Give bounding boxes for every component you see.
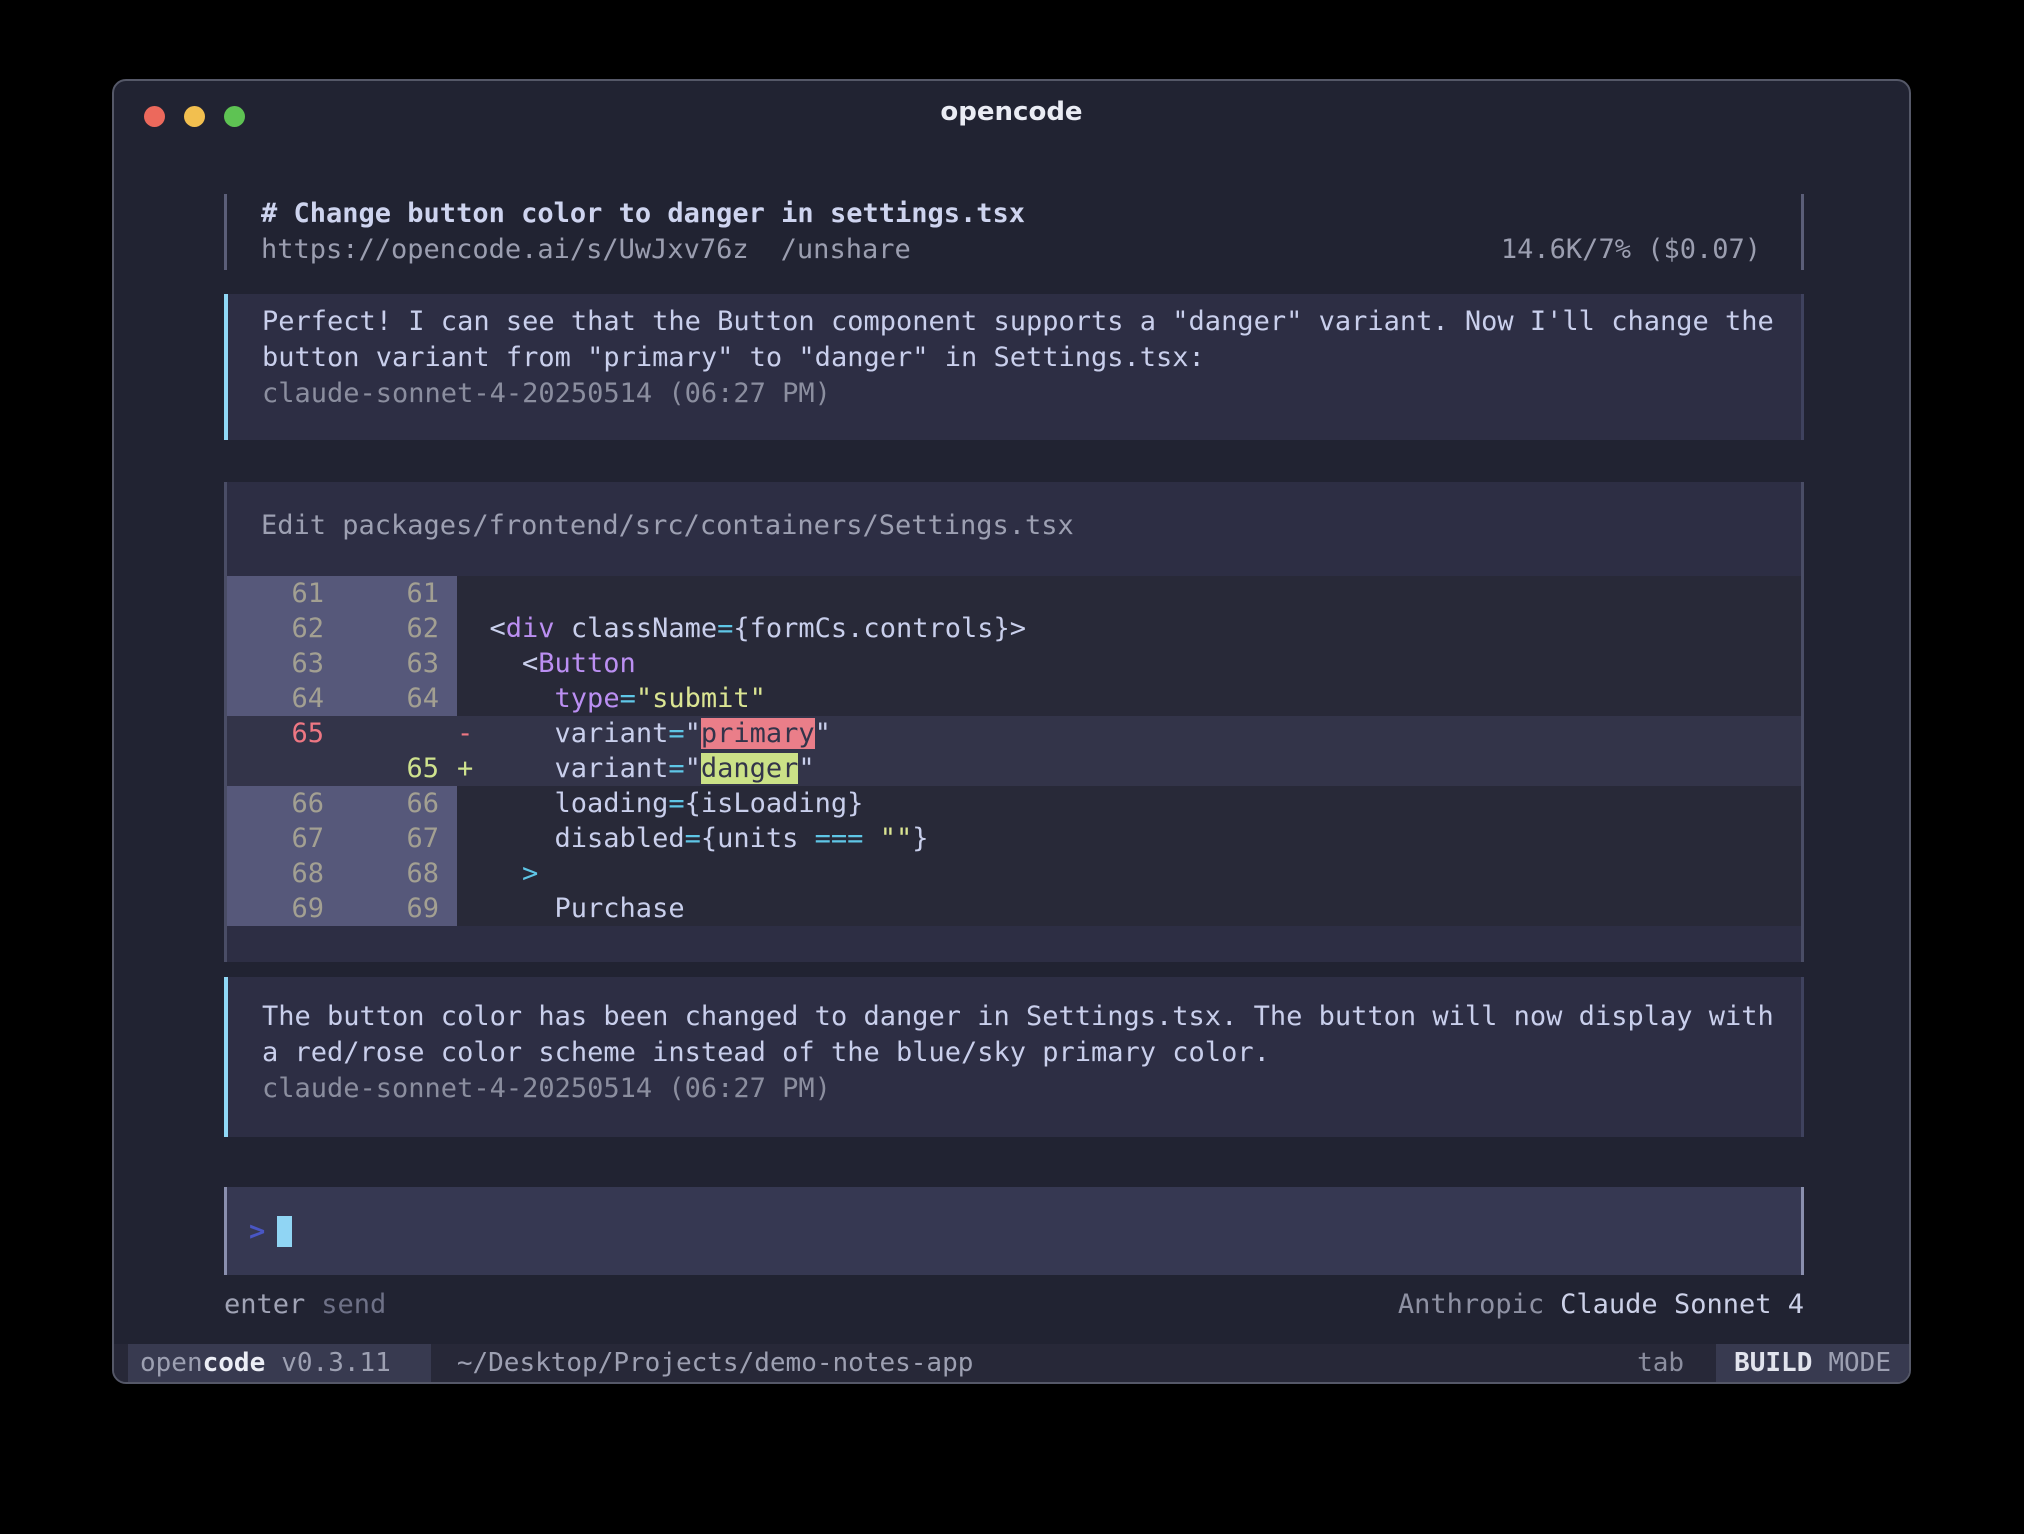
diff-line-code: <Button <box>457 646 1801 681</box>
mode-toggle[interactable]: BUILD MODE <box>1716 1344 1909 1382</box>
diff-line: 6969 Purchase <box>227 891 1801 926</box>
old-line-number: 67 <box>227 821 342 856</box>
diff-line-code: <div className={formCs.controls}> <box>457 611 1801 646</box>
old-line-number: 64 <box>227 681 342 716</box>
app-version-chip: opencode v0.3.11 <box>128 1344 431 1382</box>
send-label: send <box>321 1289 386 1320</box>
mode-suffix: MODE <box>1828 1348 1891 1378</box>
unshare-command[interactable]: /unshare <box>781 232 911 268</box>
diff-line: 6868 > <box>227 856 1801 891</box>
diff-line: 6666 loading={isLoading} <box>227 786 1801 821</box>
message-text-line: Perfect! I can see that the Button compo… <box>262 304 1765 340</box>
model-indicator: Anthropic Claude Sonnet 4 <box>1398 1287 1804 1323</box>
diff-line-code: Purchase <box>457 891 1801 926</box>
hint-row: enter send Anthropic Claude Sonnet 4 <box>224 1287 1804 1323</box>
diff-line: 6767 disabled={units === ""} <box>227 821 1801 856</box>
old-line-number: 66 <box>227 786 342 821</box>
new-line-number: 64 <box>342 681 457 716</box>
session-subheader: https://opencode.ai/s/UwJxv76z /unshare … <box>261 232 1761 268</box>
old-line-number <box>227 751 342 786</box>
diff-line-code: type="submit" <box>457 681 1801 716</box>
provider-label: Anthropic <box>1398 1289 1544 1320</box>
window-title: opencode <box>114 81 1909 143</box>
diff-line: 65+ variant="danger" <box>227 751 1801 786</box>
enter-key-hint: enter <box>224 1289 305 1320</box>
status-bar: opencode v0.3.11 ~/Desktop/Projects/demo-… <box>114 1344 1909 1382</box>
diff-line: 65 - variant="primary" <box>227 716 1801 751</box>
code-diff: 61616262 <div className={formCs.controls… <box>227 576 1801 926</box>
message-text-line: a red/rose color scheme instead of the b… <box>262 1035 1765 1071</box>
context-usage: 14.6K/7% ($0.07) <box>1501 232 1761 268</box>
new-line-number: 63 <box>342 646 457 681</box>
old-line-number: 62 <box>227 611 342 646</box>
message-text-line: button variant from "primary" to "danger… <box>262 340 1765 376</box>
diff-line: 6161 <box>227 576 1801 611</box>
old-line-number: 69 <box>227 891 342 926</box>
session-title: # Change button color to danger in setti… <box>261 196 1761 232</box>
app-version: v0.3.11 <box>281 1348 391 1378</box>
diff-line: 6363 <Button <box>227 646 1801 681</box>
old-line-number: 63 <box>227 646 342 681</box>
new-line-number: 69 <box>342 891 457 926</box>
share-url-link[interactable]: https://opencode.ai/s/UwJxv76z <box>261 232 749 268</box>
edit-tool-card: Edit packages/frontend/src/containers/Se… <box>224 482 1804 962</box>
screen: opencode # Change button color to danger… <box>0 0 2024 1534</box>
diff-line: 6262 <div className={formCs.controls}> <box>227 611 1801 646</box>
new-line-number: 68 <box>342 856 457 891</box>
message-model-meta: claude-sonnet-4-20250514 (06:27 PM) <box>262 1071 1765 1107</box>
message-text-line: The button color has been changed to dan… <box>262 999 1765 1035</box>
diff-line-code: loading={isLoading} <box>457 786 1801 821</box>
diff-line-code: > <box>457 856 1801 891</box>
prompt-caret: > <box>249 1216 265 1247</box>
model-label: Claude Sonnet 4 <box>1560 1289 1804 1320</box>
diff-line-code: disabled={units === ""} <box>457 821 1801 856</box>
new-line-number <box>342 716 457 751</box>
message-model-meta: claude-sonnet-4-20250514 (06:27 PM) <box>262 376 1765 412</box>
new-line-number: 61 <box>342 576 457 611</box>
window-titlebar: opencode <box>114 81 1909 143</box>
new-line-number: 65 <box>342 751 457 786</box>
old-line-number: 61 <box>227 576 342 611</box>
diff-line-code: - variant="primary" <box>457 716 1801 751</box>
app-name-code: code <box>203 1348 266 1378</box>
text-cursor <box>277 1216 292 1247</box>
diff-line-code <box>457 576 1801 611</box>
tab-key-hint: tab <box>1637 1344 1684 1382</box>
new-line-number: 62 <box>342 611 457 646</box>
diff-line-code: + variant="danger" <box>457 751 1801 786</box>
assistant-message-2: The button color has been changed to dan… <box>224 977 1804 1137</box>
edit-tool-title: Edit packages/frontend/src/containers/Se… <box>227 508 1801 544</box>
new-line-number: 67 <box>342 821 457 856</box>
send-hint: enter send <box>224 1287 386 1323</box>
diff-line: 6464 type="submit" <box>227 681 1801 716</box>
opencode-window: opencode # Change button color to danger… <box>112 79 1911 1384</box>
new-line-number: 66 <box>342 786 457 821</box>
session-header: # Change button color to danger in setti… <box>224 194 1804 270</box>
app-name-open: open <box>140 1348 203 1378</box>
old-line-number: 68 <box>227 856 342 891</box>
session-content: # Change button color to danger in setti… <box>114 194 1909 1323</box>
old-line-number: 65 <box>227 716 342 751</box>
working-directory: ~/Desktop/Projects/demo-notes-app <box>457 1344 974 1382</box>
mode-name: BUILD <box>1734 1348 1812 1378</box>
prompt-input[interactable]: > <box>224 1187 1804 1275</box>
assistant-message-1: Perfect! I can see that the Button compo… <box>224 294 1804 440</box>
